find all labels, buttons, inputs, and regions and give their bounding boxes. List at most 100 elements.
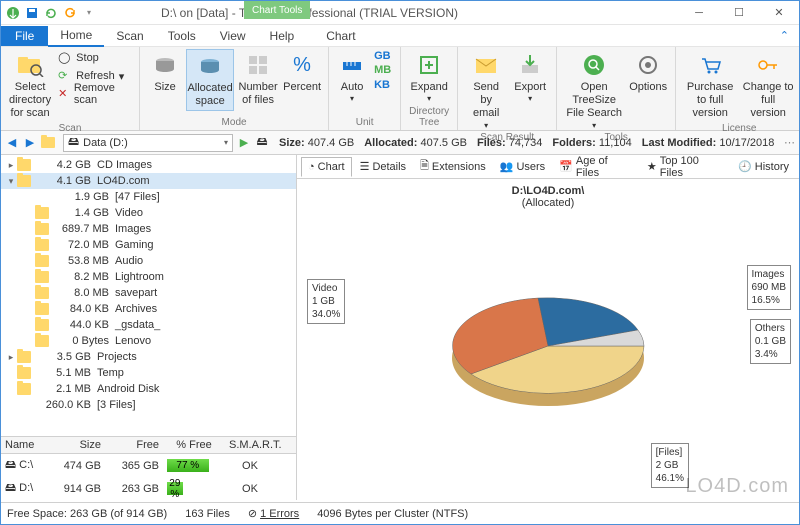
expand-button[interactable]: Expand▾ [407,49,451,106]
refresh-orange-icon[interactable] [62,5,78,21]
drive-combo[interactable]: 🖴 Data (D:) ▾ [63,134,233,152]
tree-row[interactable]: ▾4.1 GBLO4D.com [1,173,296,189]
select-directory-button[interactable]: Select directory for scan [7,49,53,123]
view-tab[interactable]: View [208,26,258,46]
tab-top100[interactable]: ★Top 100 Files [641,152,730,182]
tab-details[interactable]: ☰Details [354,157,413,176]
twisty-icon[interactable]: ▸ [5,160,17,171]
app-icon [5,5,21,21]
tree-size: 0 Bytes [53,335,115,347]
stop-icon: ◯ [58,51,72,65]
pie-chart[interactable] [433,272,663,432]
tab-extensions[interactable]: 🗎Extensions [414,154,492,179]
go-button[interactable]: ▶ [237,134,251,152]
tree-size: 5.1 MB [35,367,97,379]
nav-forward-icon[interactable]: ▶ [23,134,37,152]
unit-kb[interactable]: KB [371,78,394,92]
tree-row[interactable]: 260.0 KB[3 Files] [1,397,296,413]
tree-name: [3 Files] [97,399,136,411]
remove-scan-button[interactable]: ✕Remove scan [55,85,133,103]
status-bar: Free Space: 263 GB (of 914 GB) 163 Files… [1,502,799,524]
export-button[interactable]: Export▾ [510,49,550,106]
tree-row[interactable]: 44.0 KB_gsdata_ [1,317,296,333]
folder-icon [17,351,31,363]
disk-icon [151,51,179,79]
tree-name: Archives [115,303,157,315]
col-pct[interactable]: % Free [163,437,225,453]
change-version-button[interactable]: Change to full version [740,49,796,123]
tree-row[interactable]: 8.2 MBLightroom [1,269,296,285]
tree-row[interactable]: 72.0 MBGaming [1,237,296,253]
home-tab[interactable]: Home [48,25,104,47]
purchase-button[interactable]: Purchase to full version [682,49,738,123]
tree-row[interactable]: 8.0 MBsavepart [1,285,296,301]
tree-name: Lightroom [115,271,164,283]
col-size[interactable]: Size [47,437,105,453]
tree-row[interactable]: 1.9 GB[47 Files] [1,189,296,205]
stop-button[interactable]: ◯Stop [55,49,133,67]
folder-icon [17,175,31,187]
maximize-button[interactable]: ☐ [719,1,759,25]
status-errors[interactable]: ⊘1 Errors [248,507,299,520]
tab-users[interactable]: 👥Users [494,157,551,176]
col-smart[interactable]: S.M.A.R.T. [225,437,275,453]
minimize-button[interactable]: ─ [679,1,719,25]
directory-tree[interactable]: ▸4.2 GBCD Images▾4.1 GBLO4D.com1.9 GB[47… [1,155,296,436]
drive-details-icon[interactable]: 🖴 [255,134,269,152]
tree-row[interactable]: 5.1 MBTemp [1,365,296,381]
tab-chart[interactable]: ◔Chart [301,157,352,177]
save-icon[interactable] [24,5,40,21]
stats-more-icon[interactable]: ⋯ [784,136,795,149]
tree-size: 44.0 KB [53,319,115,331]
tree-name: Projects [97,351,137,363]
refresh-icon[interactable] [43,5,59,21]
send-email-button[interactable]: Send by email▾ [464,49,508,132]
nav-back-icon[interactable]: ◀ [5,134,19,152]
tools-tab[interactable]: Tools [156,26,208,46]
tab-history[interactable]: 🕘History [732,157,795,176]
expand-icon [415,51,443,79]
tree-row[interactable]: 0 BytesLenovo [1,333,296,349]
qat-dropdown-icon[interactable]: ▾ [81,5,97,21]
close-button[interactable]: ✕ [759,1,799,25]
unit-mb[interactable]: MB [371,63,394,77]
tree-size: 1.4 GB [53,207,115,219]
collapse-ribbon-icon[interactable]: ⌃ [770,26,799,45]
mode-size-button[interactable]: Size [146,49,184,96]
col-name[interactable]: Name [1,437,47,453]
col-free[interactable]: Free [105,437,163,453]
drive-header-row: Name Size Free % Free S.M.A.R.T. [1,437,296,454]
unit-sizes: GB MB KB [371,49,394,92]
tree-row[interactable]: ▸4.2 GBCD Images [1,157,296,173]
tree-row[interactable]: 53.8 MBAudio [1,253,296,269]
unit-gb[interactable]: GB [371,49,394,63]
drive-row[interactable]: 🖴 D:\914 GB263 GB29 %OK [1,477,296,500]
help-tab[interactable]: Help [258,26,307,46]
tree-name: Lenovo [115,335,151,347]
folder-icon [35,303,49,315]
twisty-icon[interactable]: ▾ [5,176,17,187]
mode-allocated-button[interactable]: Allocated space [186,49,234,111]
drive-row[interactable]: 🖴 C:\474 GB365 GB77 %OK [1,454,296,477]
twisty-icon[interactable]: ▸ [5,352,17,363]
tree-row[interactable]: ▸3.5 GBProjects [1,349,296,365]
folder-icon [35,207,49,219]
tree-size: 260.0 KB [35,399,97,411]
tree-row[interactable]: 84.0 KBArchives [1,301,296,317]
tree-row[interactable]: 1.4 GBVideo [1,205,296,221]
scan-tab[interactable]: Scan [104,26,155,46]
file-search-button[interactable]: Open TreeSize File Search▾ [563,49,625,132]
chart-tab[interactable]: Chart [314,26,367,46]
tab-age[interactable]: 📅Age of Files [553,152,639,182]
mode-percent-button[interactable]: %Percent [282,49,322,96]
unit-auto-button[interactable]: Auto▾ [335,49,369,106]
nav-up-icon[interactable] [41,134,59,152]
label-files: [Files]2 GB46.1% [651,443,689,488]
tree-row[interactable]: 2.1 MBAndroid Disk [1,381,296,397]
remove-icon: ✕ [58,87,70,101]
file-tab[interactable]: File [1,26,48,46]
tree-row[interactable]: 689.7 MBImages [1,221,296,237]
star-icon: ★ [647,160,657,173]
options-button[interactable]: Options [627,49,669,96]
mode-files-button[interactable]: Number of files [236,49,280,109]
